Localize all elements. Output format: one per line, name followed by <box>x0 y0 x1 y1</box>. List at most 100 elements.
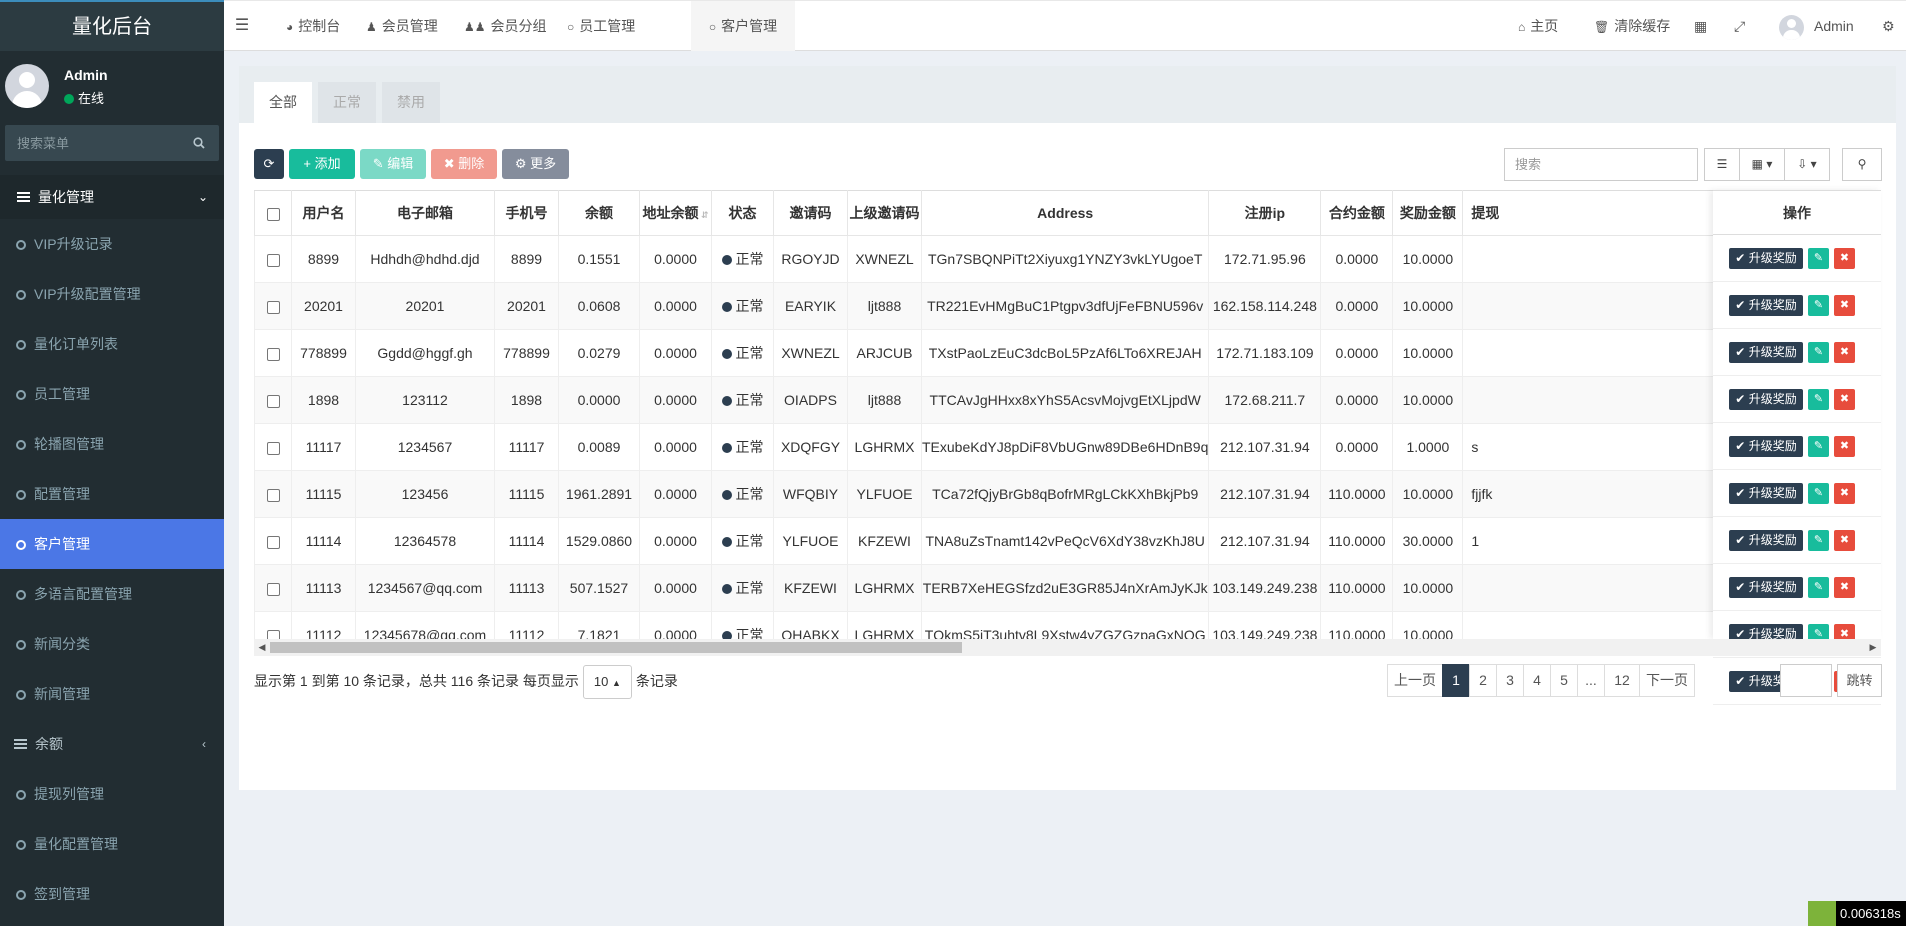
upgrade-reward-button[interactable]: ✔ 升级奖励 <box>1729 436 1803 457</box>
table-row[interactable]: 11117 1234567 11117 0.0089 0.0000 正常 XDQFGY LGH… <box>254 423 1735 471</box>
tab-members[interactable]: ♟ 会员管理 <box>366 1 438 51</box>
toggle-view-button[interactable]: ☰ <box>1704 148 1740 181</box>
upgrade-reward-button[interactable]: ✔ 升级奖励 <box>1729 483 1803 504</box>
upgrade-reward-button[interactable]: ✔ 升级奖励 <box>1729 248 1803 269</box>
fullscreen-icon[interactable]: ⤢ <box>1734 1 1745 51</box>
sidebar-item[interactable]: 客户管理 <box>0 519 224 569</box>
upgrade-reward-button[interactable]: ✔ 升级奖励 <box>1729 295 1803 316</box>
table-search-input[interactable] <box>1504 148 1698 181</box>
delete-row-button[interactable]: ✖ <box>1834 483 1855 504</box>
col-address-balance[interactable]: 地址余额 ⇵ <box>639 190 712 236</box>
home-link[interactable]: ⌂ 主页 <box>1518 1 1558 51</box>
export-button[interactable]: ⇩ ▾ <box>1784 148 1830 181</box>
tab-normal[interactable]: 正常 <box>318 82 376 123</box>
sidebar-item[interactable]: 量化配置管理 <box>0 819 224 869</box>
table-row[interactable]: 8899 Hdhdh@hdhd.djd 8899 0.1551 0.0000 正常 RGOY… <box>254 235 1735 283</box>
sidebar-item[interactable]: 量化订单列表 <box>0 319 224 369</box>
sidebar-item[interactable]: 轮播图管理 <box>0 419 224 469</box>
col-invite-code[interactable]: 邀请码 <box>773 190 848 236</box>
sidebar-item[interactable]: VIP升级记录 <box>0 219 224 269</box>
col-phone[interactable]: 手机号 <box>494 190 559 236</box>
search-icon[interactable] <box>193 137 205 149</box>
table-row[interactable]: 1898 123112 1898 0.0000 0.0000 正常 OIADPS ljt888… <box>254 376 1735 424</box>
sidebar-item[interactable]: VIP升级配置管理 <box>0 269 224 319</box>
scroll-right-icon[interactable]: ▶ <box>1865 639 1881 656</box>
page-button[interactable]: 4 <box>1523 664 1551 697</box>
edit-row-button[interactable]: ✎ <box>1808 436 1829 457</box>
col-withdraw[interactable]: 提现 <box>1462 190 1734 236</box>
page-button[interactable]: 12 <box>1604 664 1640 697</box>
settings-icon[interactable]: ⚙ <box>1882 1 1895 51</box>
menu-section-quant[interactable]: 量化管理 ⌄ <box>0 175 224 219</box>
tab-all[interactable]: 全部 <box>254 82 312 123</box>
delete-row-button[interactable]: ✖ <box>1834 436 1855 457</box>
add-button[interactable]: + 添加 <box>289 149 355 179</box>
col-contract-amount[interactable]: 合约金额 <box>1320 190 1394 236</box>
jump-page-input[interactable] <box>1780 664 1832 697</box>
sidebar-item[interactable]: 员工管理 <box>0 369 224 419</box>
edit-row-button[interactable]: ✎ <box>1808 483 1829 504</box>
row-checkbox[interactable] <box>266 253 280 267</box>
upgrade-reward-button[interactable]: ✔ 升级奖励 <box>1729 577 1803 598</box>
row-checkbox[interactable] <box>266 300 280 314</box>
delete-button[interactable]: ✖ 删除 <box>431 149 497 179</box>
delete-row-button[interactable]: ✖ <box>1834 530 1855 551</box>
row-checkbox[interactable] <box>266 347 280 361</box>
scrollbar-thumb[interactable] <box>270 642 962 653</box>
tab-member-groups[interactable]: ♟♟ 会员分组 <box>464 1 547 51</box>
edit-row-button[interactable]: ✎ <box>1808 248 1829 269</box>
table-row[interactable]: 11113 1234567@qq.com 11113 507.1527 0.0000 正常… <box>254 564 1735 612</box>
admin-menu[interactable]: Admin <box>1779 1 1854 51</box>
delete-row-button[interactable]: ✖ <box>1834 248 1855 269</box>
col-status[interactable]: 状态 <box>711 190 774 236</box>
upgrade-reward-button[interactable]: ✔ 升级奖励 <box>1729 389 1803 410</box>
col-parent-invite-code[interactable]: 上级邀请码 <box>847 190 922 236</box>
select-all-checkbox[interactable] <box>266 207 280 221</box>
edit-row-button[interactable]: ✎ <box>1808 577 1829 598</box>
prev-page-button[interactable]: 上一页 <box>1387 664 1443 697</box>
delete-row-button[interactable]: ✖ <box>1834 295 1855 316</box>
columns-button[interactable]: ▦ ▾ <box>1739 148 1785 181</box>
sidebar-item[interactable]: 新闻管理 <box>0 669 224 719</box>
col-reward-amount[interactable]: 奖励金额 <box>1392 190 1464 236</box>
upgrade-reward-button[interactable]: ✔ 升级奖励 <box>1729 530 1803 551</box>
table-row[interactable]: 20201 20201 20201 0.0608 0.0000 正常 EARYIK ljt88… <box>254 282 1735 330</box>
table-row[interactable]: 778899 Ggdd@hggf.gh 778899 0.0279 0.0000 正常 XW… <box>254 329 1735 377</box>
tab-disabled[interactable]: 禁用 <box>382 82 440 123</box>
col-username[interactable]: 用户名 <box>291 190 356 236</box>
edit-row-button[interactable]: ✎ <box>1808 295 1829 316</box>
jump-button[interactable]: 跳转 <box>1837 664 1882 697</box>
refresh-button[interactable]: ⟳ <box>254 149 284 179</box>
next-page-button[interactable]: 下一页 <box>1639 664 1695 697</box>
delete-row-button[interactable]: ✖ <box>1834 342 1855 363</box>
sidebar-item[interactable]: 多语言配置管理 <box>0 569 224 619</box>
page-size-select[interactable]: 10 ▲ <box>582 665 632 699</box>
page-button[interactable]: 2 <box>1469 664 1497 697</box>
scroll-left-icon[interactable]: ◀ <box>254 639 270 656</box>
col-balance[interactable]: 余额 <box>558 190 640 236</box>
row-checkbox[interactable] <box>266 488 280 502</box>
app-logo[interactable]: 量化后台 <box>0 0 224 51</box>
edit-button[interactable]: ✎ 编辑 <box>360 149 426 179</box>
col-register-ip[interactable]: 注册ip <box>1208 190 1322 236</box>
clear-cache-link[interactable]: 🗑 清除缓存 <box>1594 1 1670 51</box>
menu-group-balance[interactable]: 余额 ‹ <box>0 719 224 769</box>
menu-toggle-icon[interactable]: ☰ <box>224 1 260 51</box>
tab-customers[interactable]: ○ 客户管理 <box>691 1 795 51</box>
row-checkbox[interactable] <box>266 441 280 455</box>
row-checkbox[interactable] <box>266 582 280 596</box>
tab-staff[interactable]: ○ 员工管理 <box>567 1 635 51</box>
row-checkbox[interactable] <box>266 535 280 549</box>
delete-row-button[interactable]: ✖ <box>1834 389 1855 410</box>
search-toggle-button[interactable]: ⚲ <box>1842 148 1882 181</box>
edit-row-button[interactable]: ✎ <box>1808 342 1829 363</box>
table-row[interactable]: 11115 123456 11115 1961.2891 0.0000 正常 WFQBIY Y… <box>254 470 1735 518</box>
row-checkbox[interactable] <box>266 394 280 408</box>
edit-row-button[interactable]: ✎ <box>1808 530 1829 551</box>
page-button[interactable]: 5 <box>1550 664 1578 697</box>
sidebar-item[interactable]: 配置管理 <box>0 469 224 519</box>
delete-row-button[interactable]: ✖ <box>1834 577 1855 598</box>
sidebar-item[interactable]: 新闻分类 <box>0 619 224 669</box>
sidebar-item[interactable]: 提现列管理 <box>0 769 224 819</box>
col-email[interactable]: 电子邮箱 <box>355 190 495 236</box>
